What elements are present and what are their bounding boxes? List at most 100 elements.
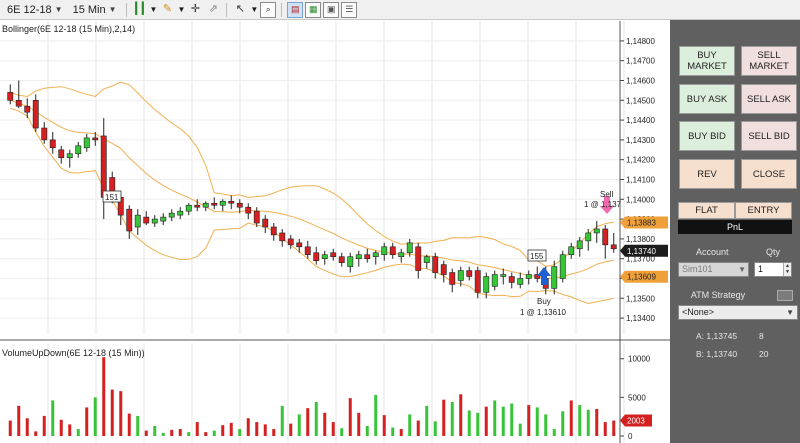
bid-price: B: 1,13740 bbox=[696, 349, 738, 359]
buy-bid-button[interactable]: BUY BID bbox=[679, 121, 735, 151]
candle-down bbox=[211, 202, 218, 206]
properties-icon[interactable]: ☰ bbox=[341, 1, 358, 18]
candle-up bbox=[406, 242, 413, 254]
candle-down bbox=[92, 137, 99, 141]
buy-ask-button[interactable]: BUY ASK bbox=[679, 84, 735, 114]
pointer-icon[interactable]: ↖ bbox=[232, 2, 248, 18]
candle-down bbox=[296, 242, 303, 248]
buy-marker-detail: 1 @ 1,13610 bbox=[520, 308, 566, 317]
quantity-stepper[interactable]: 1 ▲ ▼ bbox=[754, 262, 792, 277]
pencil-icon[interactable]: ✎ bbox=[159, 2, 175, 18]
candle-down bbox=[194, 204, 201, 208]
candle-down bbox=[508, 276, 515, 283]
price-chart-svg[interactable]: 1,14800 1,14700 1,14600 1,14500 1,14400 1,143… bbox=[0, 21, 670, 443]
chart-toolbar: 6E 12-18 ▼ 15 Min ▼ ┃┃ ▼ ✎ ▼ ✛ ⇗ ↖ ▼ ⌕ ▤… bbox=[0, 0, 800, 20]
candle-up bbox=[83, 137, 90, 149]
toolbar-divider bbox=[125, 2, 127, 17]
bar-count-label: 155 bbox=[530, 252, 544, 261]
volume-bar-up bbox=[187, 432, 191, 436]
candle-up bbox=[593, 228, 600, 234]
candle-down bbox=[466, 270, 473, 277]
candle-down bbox=[338, 256, 345, 263]
indicators-icon[interactable]: ▣ bbox=[323, 1, 340, 18]
volume-bar-up bbox=[136, 415, 140, 436]
price-panel-title: Bollinger(6E 12-18 (15 Min),2,14) bbox=[2, 24, 136, 34]
candle-down bbox=[15, 99, 22, 107]
buy-arrow-icon bbox=[537, 267, 551, 285]
candlestick-icon[interactable]: ┃┃ bbox=[132, 2, 148, 18]
volume-bar-down bbox=[68, 424, 72, 436]
zoom-icon[interactable]: ⌕ bbox=[260, 1, 277, 18]
crosshair-icon[interactable]: ✛ bbox=[187, 2, 203, 18]
chart-style-icon[interactable]: ▤ bbox=[287, 1, 304, 18]
instrument-selector[interactable]: 6E 12-18 ▼ bbox=[3, 2, 67, 18]
volume-bar-up bbox=[561, 411, 565, 436]
candle-down bbox=[32, 99, 39, 129]
volume-bar-down bbox=[484, 406, 488, 436]
interval-selector[interactable]: 15 Min ▼ bbox=[69, 2, 121, 18]
volume-bar-down bbox=[272, 429, 276, 436]
account-select[interactable]: Sim101 ▼ bbox=[678, 262, 749, 277]
price-tick-label: 1,13500 bbox=[626, 294, 655, 303]
volume-bar-down bbox=[442, 399, 446, 436]
price-tick-label: 1,14100 bbox=[626, 175, 655, 184]
atm-strategy-properties-button[interactable] bbox=[777, 290, 793, 301]
price-tick-label: 1,14800 bbox=[626, 37, 655, 46]
price-tick-label: 1,13800 bbox=[626, 235, 655, 244]
chevron-down-icon[interactable]: ▼ bbox=[177, 5, 185, 14]
magnet-icon[interactable]: ⇗ bbox=[205, 2, 221, 18]
buy-market-button[interactable]: BUY MARKET bbox=[679, 46, 735, 76]
candle-up bbox=[219, 200, 226, 206]
chart-area[interactable]: 1,14800 1,14700 1,14600 1,14500 1,14400 1,143… bbox=[0, 21, 670, 443]
volume-bar-up bbox=[433, 421, 437, 436]
candle-down bbox=[304, 246, 311, 256]
flat-button[interactable]: FLAT bbox=[678, 202, 735, 219]
template-icon[interactable]: ▦ bbox=[305, 1, 322, 18]
volume-bar-down bbox=[603, 422, 607, 436]
candle-down bbox=[41, 127, 48, 141]
close-position-button[interactable]: CLOSE bbox=[741, 159, 797, 189]
account-value: Sim101 bbox=[682, 264, 713, 274]
sell-marker-detail: 1 @ 1,137 bbox=[584, 200, 622, 209]
candle-up bbox=[347, 256, 354, 267]
atm-strategy-select[interactable]: <None> ▼ bbox=[678, 305, 798, 320]
flat-entry-row: FLAT ENTRY bbox=[678, 202, 792, 219]
sell-bid-button[interactable]: SELL BID bbox=[741, 121, 797, 151]
candle-down bbox=[100, 135, 107, 198]
candle-up bbox=[491, 274, 498, 287]
candle-down bbox=[7, 92, 14, 101]
candle-up bbox=[151, 218, 158, 224]
candle-up bbox=[551, 266, 558, 289]
spinner-arrows-icon[interactable]: ▲ ▼ bbox=[783, 263, 791, 276]
volume-bar-down bbox=[8, 420, 12, 436]
candle-down bbox=[432, 256, 439, 273]
candle-up bbox=[160, 216, 167, 222]
volume-bar-up bbox=[467, 410, 471, 436]
volume-bar-down bbox=[459, 394, 463, 436]
volume-bar-down bbox=[34, 431, 38, 436]
atm-strategy-label: ATM Strategy bbox=[690, 290, 746, 300]
atm-strategy-value: <None> bbox=[682, 307, 715, 317]
chevron-down-icon[interactable]: ▼ bbox=[250, 5, 258, 14]
chevron-down-icon[interactable]: ▼ bbox=[150, 5, 158, 14]
candle-up bbox=[202, 202, 209, 208]
entry-button[interactable]: ENTRY bbox=[735, 202, 792, 219]
candle-down bbox=[364, 254, 371, 259]
sell-market-button[interactable]: SELL MARKET bbox=[741, 46, 797, 76]
volume-bar-down bbox=[331, 422, 335, 436]
volume-bar-up bbox=[518, 423, 522, 436]
last-price-tag: 1,13740 bbox=[627, 247, 656, 256]
reverse-button[interactable]: REV bbox=[679, 159, 735, 189]
price-tick-label: 1,14200 bbox=[626, 156, 655, 165]
qty-value: 1 bbox=[758, 264, 764, 274]
volume-bar-up bbox=[391, 427, 395, 436]
candle-down bbox=[449, 272, 456, 285]
volume-bar-down bbox=[85, 407, 89, 436]
candle-up bbox=[423, 256, 430, 263]
volume-bar-up bbox=[374, 395, 378, 436]
volume-bar-up bbox=[161, 432, 165, 436]
candle-down bbox=[58, 149, 65, 159]
price-tick-label: 1,14600 bbox=[626, 76, 655, 85]
volume-bar-up bbox=[297, 414, 301, 436]
sell-ask-button[interactable]: SELL ASK bbox=[741, 84, 797, 114]
